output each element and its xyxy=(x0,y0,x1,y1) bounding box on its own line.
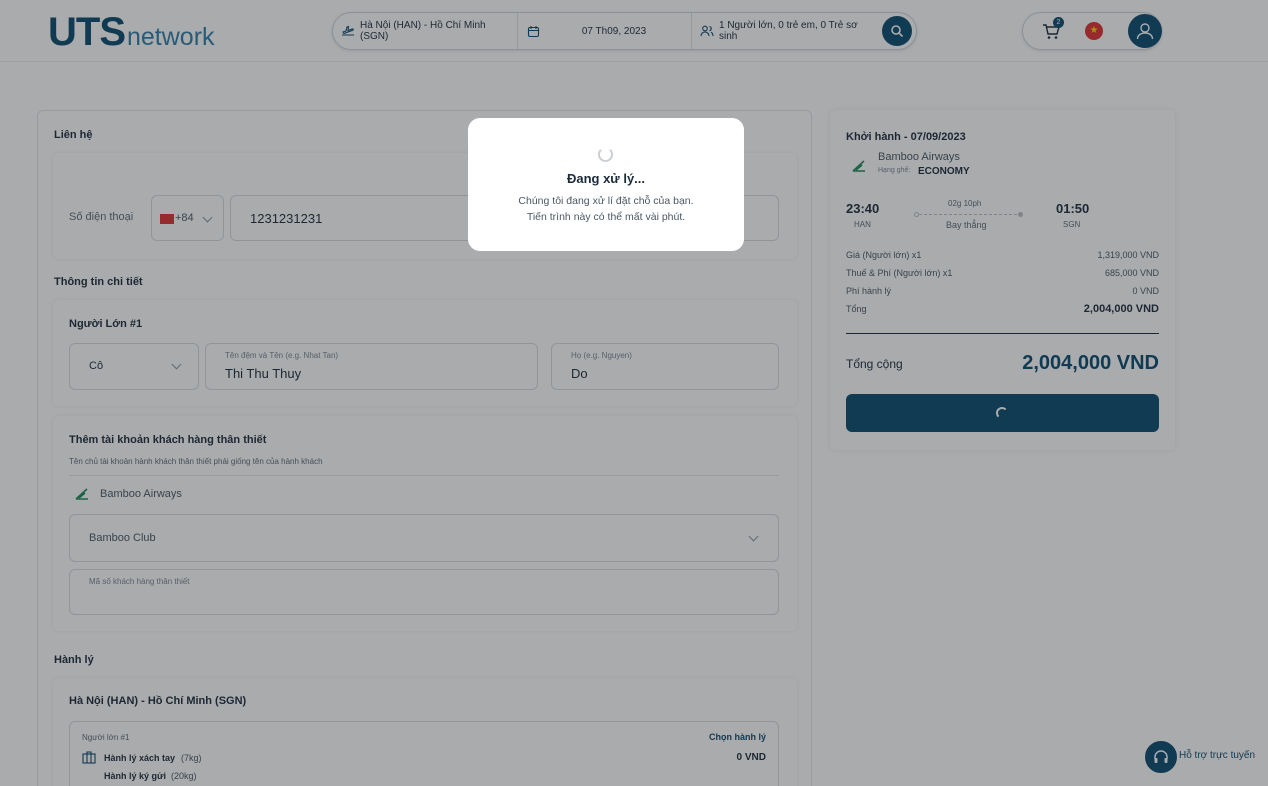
processing-dialog: Đang xử lý... Chúng tôi đang xử lí đặt c… xyxy=(468,118,744,251)
processing-message-1: Chúng tôi đang xử lí đặt chỗ của bạn. xyxy=(518,195,694,207)
processing-title: Đang xử lý... xyxy=(566,171,646,186)
loading-spinner-icon xyxy=(598,147,613,162)
processing-message-2: Tiến trình này có thể mất vài phút. xyxy=(526,211,686,223)
